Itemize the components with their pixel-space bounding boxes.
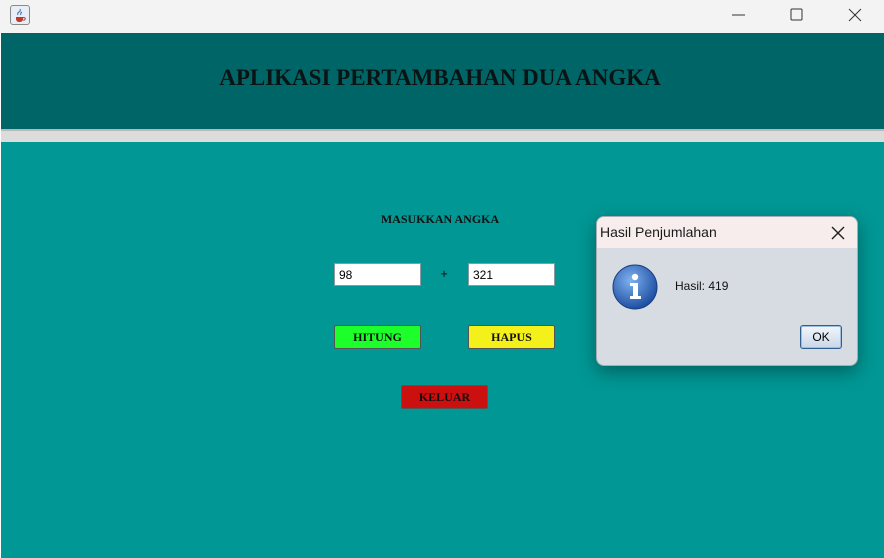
plus-operator: + [440,266,448,281]
close-icon [848,8,862,22]
dialog-message: Hasil: 419 [675,279,729,293]
minimize-icon [732,14,745,16]
second-number-input[interactable] [468,263,555,286]
ok-button[interactable]: OK [800,325,842,349]
close-icon [831,226,845,240]
header-panel: APLIKASI PERTAMBAHAN DUA ANGKA [1,33,884,129]
divider [1,129,884,142]
dialog-title: Hasil Penjumlahan [600,224,717,240]
dialog-titlebar: Hasil Penjumlahan [597,217,857,248]
maximize-icon [790,8,803,21]
info-icon [612,264,658,310]
keluar-button[interactable]: KELUAR [401,385,488,409]
result-dialog: Hasil Penjumlahan Hasil: 419 OK [596,216,858,366]
hitung-button[interactable]: HITUNG [334,325,421,349]
close-window-button[interactable] [827,0,884,30]
page-title: APLIKASI PERTAMBAHAN DUA ANGKA [219,65,661,90]
window-titlebar [0,0,884,33]
minimize-button[interactable] [711,0,769,30]
dialog-close-button[interactable] [825,222,851,244]
maximize-button[interactable] [769,0,827,30]
java-app-icon[interactable] [10,5,30,25]
input-label: MASUKKAN ANGKA [380,212,500,226]
first-number-input[interactable] [334,263,421,286]
hapus-button[interactable]: HAPUS [468,325,555,349]
